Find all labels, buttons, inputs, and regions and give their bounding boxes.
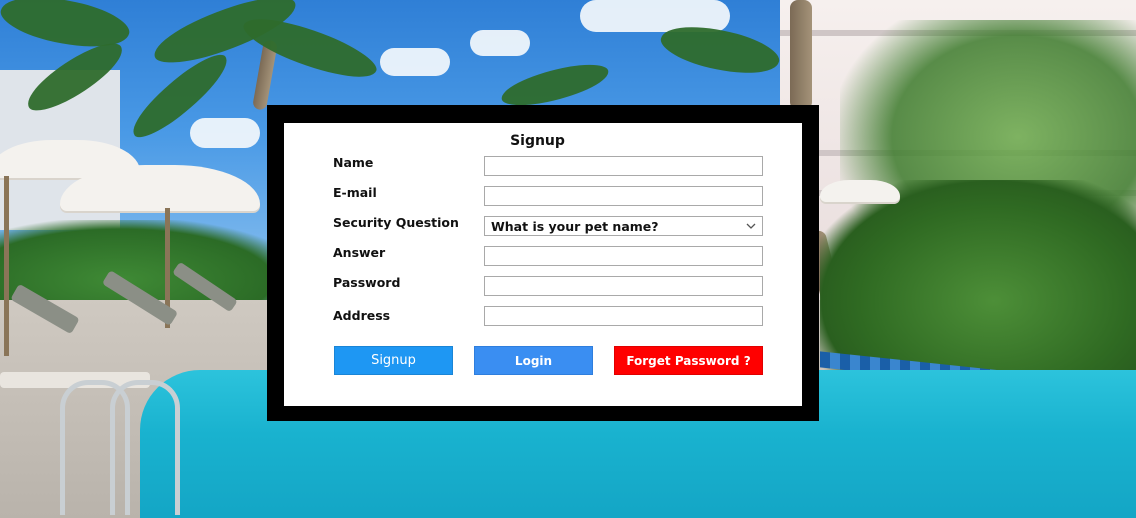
password-field[interactable] — [484, 276, 763, 296]
chevron-down-icon — [746, 223, 756, 229]
security-question-value: What is your pet name? — [491, 219, 659, 234]
email-field[interactable] — [484, 186, 763, 206]
answer-field[interactable] — [484, 246, 763, 266]
name-label: Name — [333, 155, 374, 170]
security-question-label: Security Question — [333, 215, 459, 230]
login-button[interactable]: Login — [474, 346, 593, 375]
cloud — [470, 30, 530, 56]
security-question-select[interactable]: What is your pet name? — [484, 216, 763, 236]
signup-button[interactable]: Signup — [334, 346, 453, 375]
cloud — [380, 48, 450, 76]
pool-ladder — [110, 380, 180, 515]
password-label: Password — [333, 275, 401, 290]
dialog-title: Signup — [510, 133, 565, 149]
palm-trunk — [790, 0, 812, 110]
email-label: E-mail — [333, 185, 377, 200]
umbrella — [820, 180, 900, 202]
name-field[interactable] — [484, 156, 763, 176]
address-label: Address — [333, 308, 391, 323]
address-field[interactable] — [484, 306, 763, 326]
umbrella-pole — [4, 176, 9, 356]
answer-label: Answer — [333, 245, 386, 260]
forget-password-button[interactable]: Forget Password ? — [614, 346, 763, 375]
cloud — [190, 118, 260, 148]
